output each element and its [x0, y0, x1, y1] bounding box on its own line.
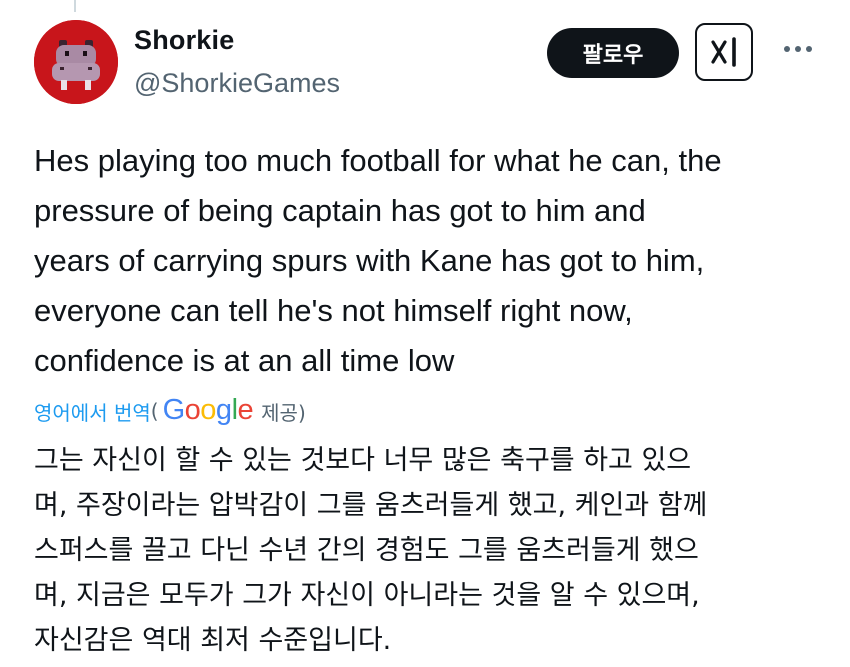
google-logo: Google	[163, 394, 254, 427]
tweet-text-line: pressure of being captain has got to him…	[34, 193, 646, 228]
more-options-button[interactable]	[778, 34, 818, 64]
google-letter: G	[162, 393, 186, 426]
tweet-text: Hes playing too much football for what h…	[34, 136, 834, 386]
google-letter: e	[237, 393, 254, 426]
more-icon-dot	[806, 46, 812, 52]
author-avatar[interactable]	[34, 20, 118, 104]
provided-by-label: 제공)	[261, 400, 306, 425]
more-icon-dot	[784, 46, 790, 52]
author-handle[interactable]: @ShorkieGames	[134, 68, 340, 99]
more-icon-dot	[795, 46, 801, 52]
google-letter: g	[215, 393, 232, 426]
grok-button[interactable]	[695, 23, 753, 81]
open-paren: (	[150, 399, 159, 423]
tweet-text-line: everyone can tell he's not himself right…	[34, 293, 633, 328]
tweet-text-line: confidence is at an all time low	[34, 343, 455, 378]
hippo-avatar-icon	[34, 20, 118, 104]
translated-from-english-link[interactable]: 영어에서 번역	[34, 397, 151, 426]
author-display-name[interactable]: Shorkie	[134, 25, 234, 56]
grok-icon	[711, 37, 736, 67]
google-letter: o	[184, 393, 201, 426]
translated-text-line: 그는 자신이 할 수 있는 것보다 너무 많은 축구를 하고 있으	[34, 445, 692, 476]
translated-text-line: 며, 주장이라는 압박감이 그를 움츠러들게 했고, 케인과 함께	[34, 490, 708, 521]
tweet-text-line: Hes playing too much football for what h…	[34, 143, 722, 178]
thread-connector-line	[74, 0, 76, 12]
translated-text-line: 스퍼스를 끌고 다닌 수년 간의 경험도 그를 움츠러들게 했으	[34, 535, 699, 566]
follow-button[interactable]: 팔로우	[547, 28, 679, 78]
google-letter: o	[200, 393, 216, 426]
translation-attribution: 영어에서 번역 ( Google 제공)	[34, 394, 306, 428]
translated-text-line: 자신감은 역대 최저 수준입니다.	[34, 625, 392, 656]
tweet-text-line: years of carrying spurs with Kane has go…	[34, 243, 705, 278]
translated-text: 그는 자신이 할 수 있는 것보다 너무 많은 축구를 하고 있으 며, 주장이…	[34, 438, 834, 663]
translated-text-line: 며, 지금은 모두가 그가 자신이 아니라는 것을 알 수 있으며,	[34, 580, 700, 611]
